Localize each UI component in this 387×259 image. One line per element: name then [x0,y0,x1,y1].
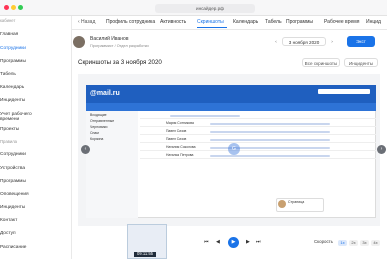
avatar [73,36,85,48]
tab-screenshots[interactable]: Скриншоты [197,19,224,25]
export-button[interactable]: Экст [347,36,375,47]
tab-activity[interactable]: Активность [160,19,186,25]
mail-logo: @mail.ru [90,90,120,97]
sidebar-item-employees[interactable]: Сотрудники [0,46,26,51]
url-text: инсайдер.рф [196,6,224,11]
sidebar-item-incidents[interactable]: Инциденты [0,98,25,103]
prev-screenshot-button[interactable]: ‹ [81,145,90,154]
incidents-button[interactable]: Инциденты [344,58,378,67]
sidebar-rule-alerts[interactable]: Оповещения [0,192,29,197]
back-link[interactable]: ‹ Назад [78,19,95,25]
sidebar-rule-employees[interactable]: Сотрудники [0,152,26,157]
sidebar-item-programs[interactable]: Программы [0,59,26,64]
all-screens-button[interactable]: Все скриншоты [302,58,340,67]
mail-row: Наталья Петрова [140,153,376,159]
date-prev-button[interactable]: ‹ [272,37,280,46]
cursor-marker: G [228,143,240,155]
tab-timesheet[interactable]: Табель [265,19,282,25]
sidebar-item-calendar[interactable]: Календарь [0,85,24,90]
tab-calendar[interactable]: Календарь [233,19,258,25]
app-window: { "browser": {"url": "инсайдер.рф"}, "si… [0,0,387,259]
speed-3x[interactable]: 3x [360,240,369,246]
date-next-button[interactable]: › [328,37,336,46]
mail-row: Павел Сизов [140,129,376,135]
play-button[interactable]: ▶ [228,237,239,248]
mail-row [140,113,376,119]
mail-search [318,89,370,94]
tab-programs[interactable]: Программы [286,19,313,25]
mail-folder: Корзина [90,137,104,141]
mail-row: Мария Сотникова [140,121,376,127]
mail-sender: Наталья Петрова [166,153,194,157]
next-icon[interactable]: ⏭ [256,239,261,246]
mail-row: Павел Сизов [140,137,376,143]
employee-name: Василий Иванов [90,36,129,42]
employee-role: Программист / Отдел разработки [90,44,149,48]
sidebar-item-worktime[interactable]: Учет рабочего времени [0,112,40,122]
sidebar-item-projects[interactable]: Проекты [0,127,19,132]
mail-folder: Спам [90,131,99,135]
sidebar-rule-programs[interactable]: Программы [0,179,26,184]
sidebar-rule-access[interactable]: Доступ [0,231,16,236]
date-picker[interactable]: 3 ноября 2020 [282,37,326,46]
sidebar-section-title: кабинет [0,18,16,23]
mail-folder: Отправленные [90,119,115,123]
mail-sender: Павел Сизов [166,137,187,141]
sidebar-rule-contact[interactable]: Контакт [0,218,17,223]
speed-4x[interactable]: 4x [371,240,380,246]
sidebar-item-home[interactable]: Главная [0,32,18,37]
popup-avatar [278,200,286,208]
sidebar-item-timesheet[interactable]: Табель [0,72,16,77]
sidebar-rule-schedule[interactable]: Расписание [0,245,26,250]
sidebar-rule-devices[interactable]: Устройства [0,166,25,171]
next-screenshot-button[interactable]: › [377,145,386,154]
mail-sender: Павел Сизов [166,129,187,133]
screens-title: Скриншоты за 3 ноября 2020 [78,59,162,66]
mail-row: Наталия Соколова [140,145,376,151]
forward-icon[interactable]: ▶ [246,239,250,246]
speed-1x[interactable]: 1x [338,240,347,246]
tab-profile[interactable]: Профиль сотрудника [106,19,155,25]
tabs-divider [72,29,387,30]
mail-sender: Наталия Соколова [166,145,196,149]
mail-sender: Мария Сотникова [166,121,194,125]
mail-popup-text: Страница [288,200,305,204]
thumbnail-time: 09:11:55 [134,251,156,257]
mail-folder: Черновики [90,125,108,129]
mail-nav [86,103,376,111]
tab-incidents[interactable]: Инцид [366,19,381,25]
sidebar-rule-incidents[interactable]: Инциденты [0,205,25,210]
mail-header [86,85,376,103]
sidebar-section-rules: Правила [0,139,18,144]
speed-2x[interactable]: 2x [349,240,358,246]
mail-folder: Входящие [90,113,107,117]
window-dots [4,5,24,10]
active-tab-underline [197,27,227,28]
tab-worktime[interactable]: Рабочее время [324,19,359,25]
back-icon[interactable]: ◀ [216,239,220,246]
prev-icon[interactable]: ⏮ [204,239,209,246]
sidebar: кабинет Главная Сотрудники Программы Таб… [0,16,72,259]
speed-label: Скорость [314,239,333,244]
